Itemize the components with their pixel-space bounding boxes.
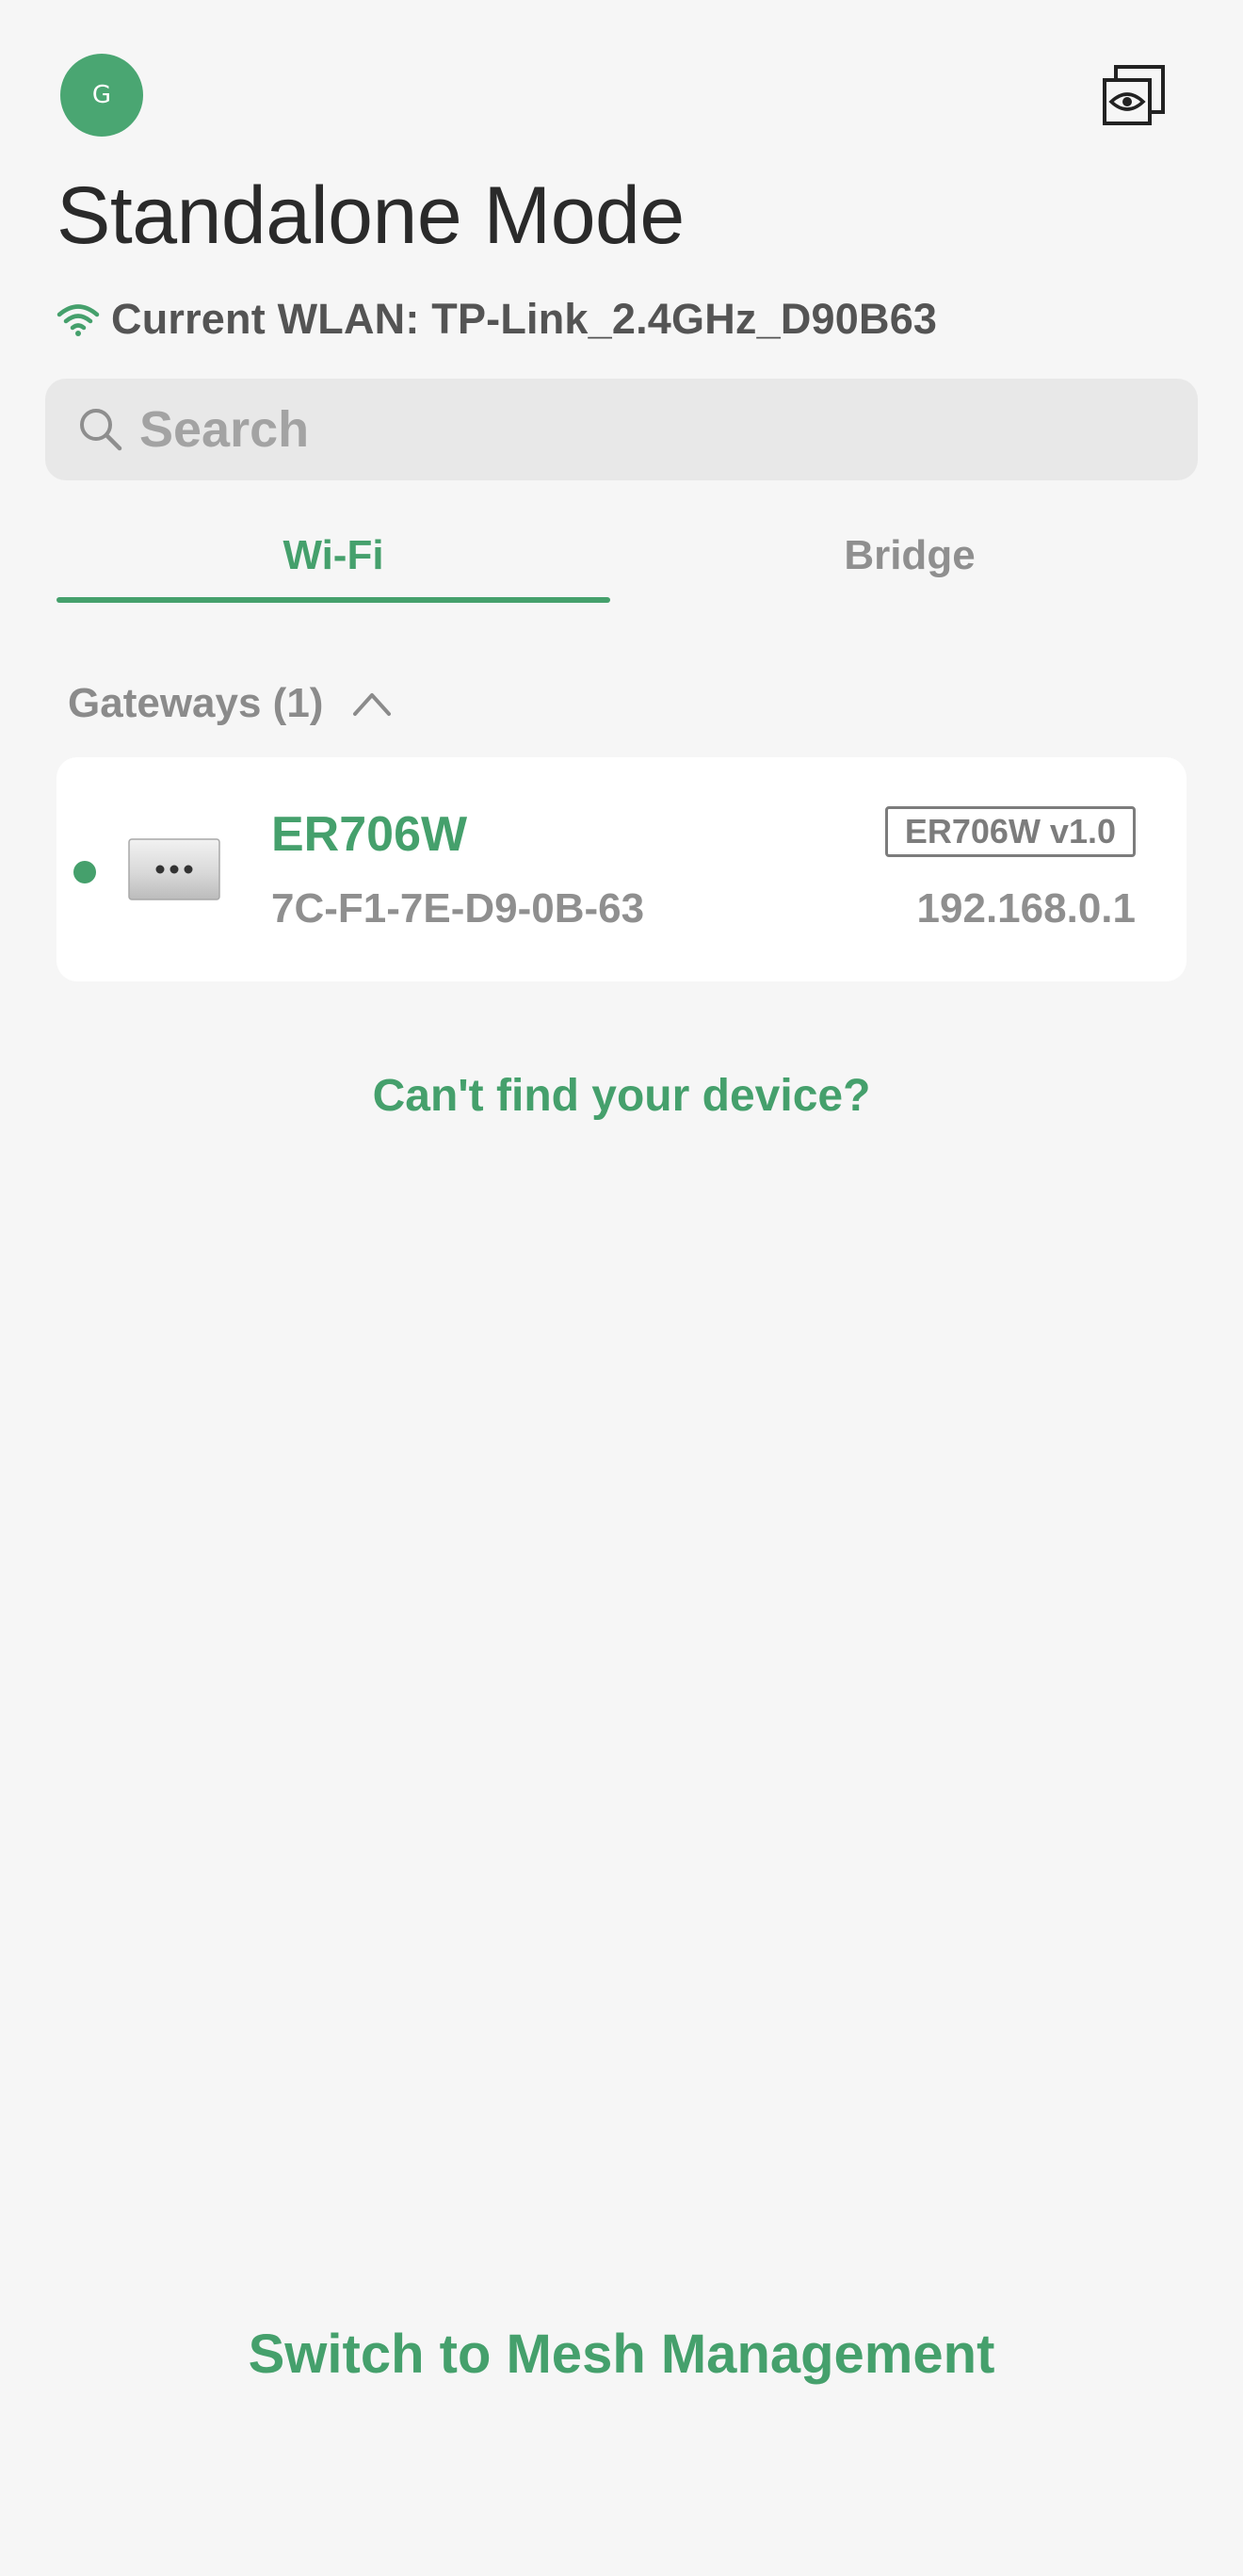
device-name: ER706W [271, 807, 468, 862]
device-card[interactable]: ER706W 7C-F1-7E-D9-0B-63 ER706W v1.0 192… [56, 757, 1186, 981]
tab-bridge[interactable]: Bridge [633, 516, 1186, 595]
avatar[interactable]: G [60, 54, 143, 137]
device-ip: 192.168.0.1 [916, 885, 1136, 932]
eye-window-icon [1103, 65, 1165, 125]
wifi-icon [56, 304, 100, 336]
page-title: Standalone Mode [56, 170, 685, 261]
search-input[interactable] [139, 400, 1156, 459]
model-badge: ER706W v1.0 [884, 806, 1136, 857]
view-mode-button[interactable] [1102, 64, 1166, 126]
device-mac: 7C-F1-7E-D9-0B-63 [271, 885, 645, 932]
gateways-section-header[interactable]: Gateways (1) [68, 671, 393, 737]
tab-wifi[interactable]: Wi-Fi [56, 516, 610, 595]
tab-bridge-label: Bridge [844, 532, 976, 578]
online-status-dot [73, 861, 96, 883]
section-label: Gateways (1) [68, 680, 324, 726]
router-icon [128, 838, 220, 900]
search-bar[interactable] [45, 379, 1198, 480]
chevron-up-icon [353, 693, 392, 716]
tab-wifi-label: Wi-Fi [282, 532, 384, 578]
avatar-initial: G [91, 81, 112, 109]
current-wlan: Current WLAN: TP-Link_2.4GHz_D90B63 [56, 294, 937, 345]
switch-to-mesh-button[interactable]: Switch to Mesh Management [0, 2323, 1243, 2386]
active-tab-indicator [56, 597, 610, 603]
tab-bar: Wi-Fi Bridge [56, 516, 1186, 606]
cant-find-device-link[interactable]: Can't find your device? [0, 1070, 1243, 1122]
search-icon [80, 409, 122, 451]
current-wlan-label: Current WLAN: TP-Link_2.4GHz_D90B63 [111, 295, 938, 343]
